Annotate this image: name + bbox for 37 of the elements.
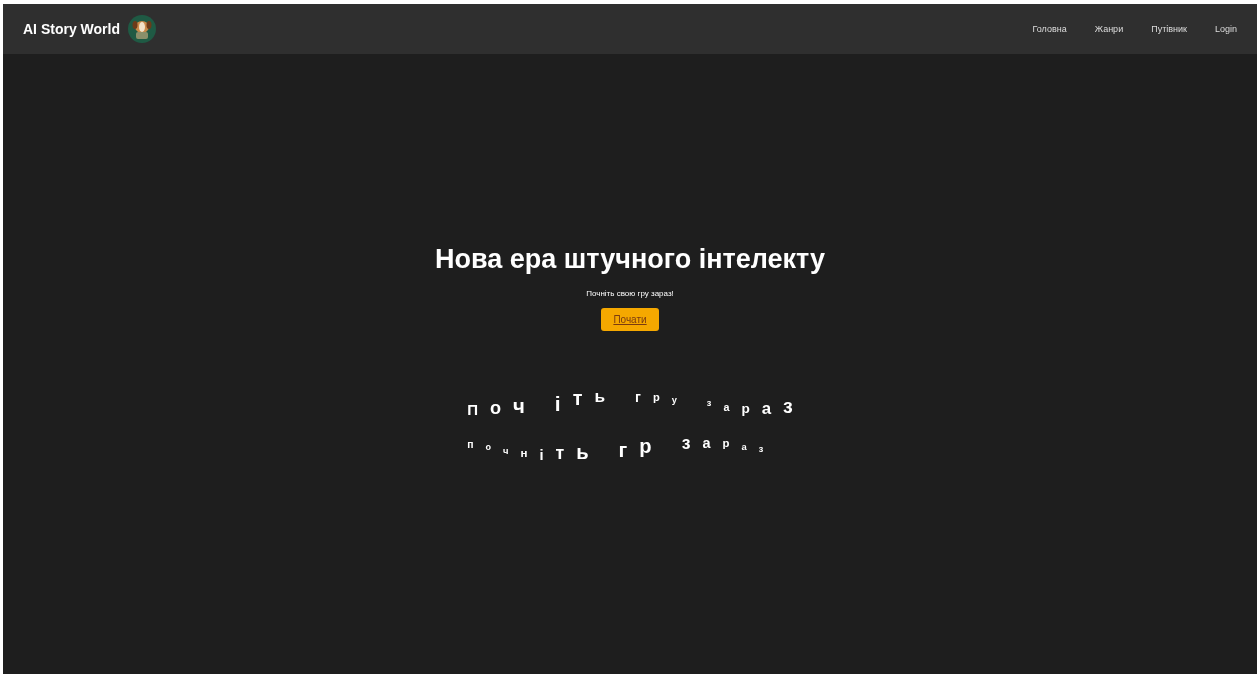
hero-subtitle: Почніть свою гру зараз!	[586, 289, 674, 298]
wave-letter: у	[671, 396, 677, 406]
nav-link[interactable]: Путівник	[1151, 24, 1187, 34]
hero-title: Нова ера штучного інтелекту	[435, 244, 825, 275]
wave-letter: з	[681, 434, 691, 453]
brand-title[interactable]: AI Story World	[23, 21, 120, 37]
wave-letter: ч	[513, 395, 525, 416]
wave-letter: г	[618, 438, 628, 460]
wave-letter: р	[722, 438, 730, 450]
wave-letter: ь	[594, 388, 605, 407]
wave-letter: з	[783, 397, 793, 417]
wave-letter: і	[539, 447, 544, 463]
nav-link[interactable]: Головна	[1032, 24, 1067, 34]
wave-letter: р	[639, 435, 652, 456]
start-button[interactable]: Почати	[601, 308, 659, 331]
wave-letter: н	[520, 448, 528, 460]
wave-letter: а	[702, 435, 711, 451]
wave-letter: р	[652, 392, 660, 404]
wave-letter: т	[555, 445, 565, 464]
wave-letter: а	[761, 400, 772, 418]
wave-letter: ч	[503, 446, 509, 457]
wave-letter: о	[485, 443, 491, 453]
wave-letter: з	[706, 399, 712, 409]
wave-letter: і	[554, 392, 561, 413]
wave-letter: г	[635, 390, 641, 405]
nav-link[interactable]: Login	[1214, 24, 1237, 34]
wave-letter: а	[723, 401, 730, 413]
wave-letter: з	[758, 445, 764, 455]
wave-letter: ь	[576, 442, 589, 463]
nav-link[interactable]: Жанри	[1094, 24, 1124, 34]
wave-letter: П	[467, 401, 478, 417]
dog-avatar-icon	[127, 15, 156, 43]
wave-letter: т	[572, 389, 583, 410]
wave-letter: п	[467, 439, 474, 451]
wave-letter: а	[741, 442, 747, 452]
wave-letter: о	[489, 399, 502, 418]
wave-letter: р	[741, 402, 750, 416]
